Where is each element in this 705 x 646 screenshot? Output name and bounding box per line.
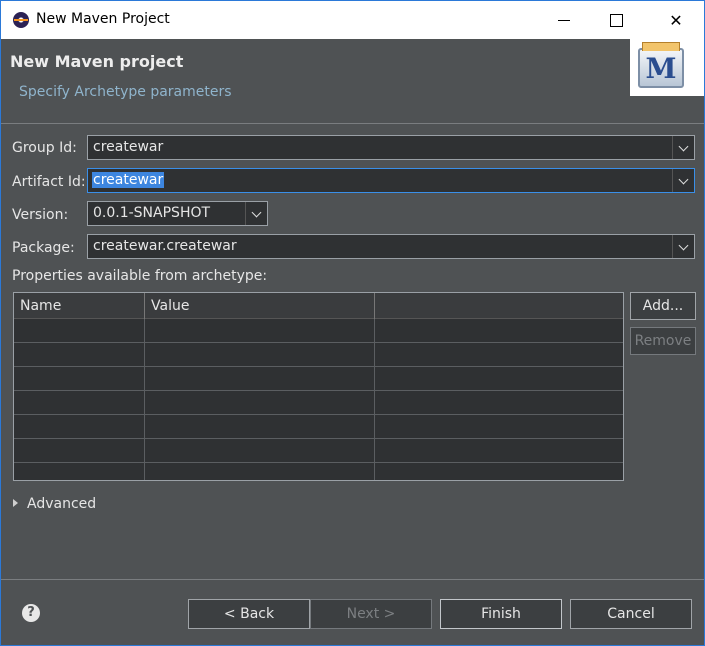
cancel-button[interactable]: Cancel bbox=[570, 599, 692, 629]
maven-logo-icon: M bbox=[638, 42, 684, 88]
chevron-down-icon[interactable] bbox=[672, 136, 694, 159]
expand-triangle-icon[interactable] bbox=[13, 499, 18, 507]
column-header-name[interactable]: Name bbox=[14, 293, 145, 319]
table-cell bbox=[375, 319, 623, 343]
version-value: 0.0.1-SNAPSHOT bbox=[93, 205, 211, 221]
chevron-down-icon[interactable] bbox=[672, 169, 694, 192]
table-cell bbox=[14, 463, 145, 480]
column-header-extra[interactable] bbox=[375, 293, 623, 319]
table-cell bbox=[14, 367, 145, 391]
maven-wizard-dialog: New Maven Project New Maven project Spec… bbox=[0, 0, 705, 646]
footer-divider bbox=[1, 579, 704, 580]
table-cell bbox=[375, 415, 623, 439]
table-cell bbox=[375, 367, 623, 391]
table-cell bbox=[14, 391, 145, 415]
table-row[interactable] bbox=[14, 367, 623, 391]
page-title: New Maven project bbox=[10, 52, 184, 71]
back-button[interactable]: < Back bbox=[188, 599, 310, 629]
table-cell bbox=[145, 391, 375, 415]
table-cell bbox=[145, 439, 375, 463]
help-icon[interactable]: ? bbox=[22, 604, 40, 622]
eclipse-app-icon bbox=[13, 12, 29, 28]
title-bar[interactable]: New Maven Project bbox=[1, 1, 704, 39]
header-divider bbox=[1, 123, 704, 124]
page-subtitle: Specify Archetype parameters bbox=[19, 84, 232, 100]
remove-property-button[interactable]: Remove bbox=[630, 327, 696, 355]
artifact-id-combo[interactable]: createwar bbox=[87, 168, 695, 193]
artifact-id-label: Artifact Id: bbox=[12, 174, 86, 190]
table-cell bbox=[145, 463, 375, 480]
version-label: Version: bbox=[12, 207, 69, 223]
group-id-value: createwar bbox=[93, 139, 164, 155]
add-property-button[interactable]: Add... bbox=[630, 292, 696, 320]
table-cell bbox=[145, 343, 375, 367]
table-cell bbox=[14, 343, 145, 367]
table-row[interactable] bbox=[14, 439, 623, 463]
package-value: createwar.createwar bbox=[93, 238, 237, 254]
advanced-label[interactable]: Advanced bbox=[27, 496, 96, 512]
chevron-down-icon[interactable] bbox=[672, 235, 694, 258]
table-cell bbox=[14, 415, 145, 439]
next-button[interactable]: Next > bbox=[310, 599, 432, 629]
table-cell bbox=[375, 463, 623, 480]
table-row[interactable] bbox=[14, 463, 623, 480]
artifact-id-value: createwar bbox=[92, 172, 165, 188]
properties-label: Properties available from archetype: bbox=[12, 268, 268, 284]
maximize-icon[interactable] bbox=[593, 1, 639, 39]
package-label: Package: bbox=[12, 240, 75, 256]
advanced-toggle[interactable]: Advanced bbox=[13, 496, 96, 512]
package-combo[interactable]: createwar.createwar bbox=[87, 234, 695, 259]
table-row[interactable] bbox=[14, 391, 623, 415]
window-title: New Maven Project bbox=[36, 11, 170, 27]
properties-table[interactable]: Name Value bbox=[13, 292, 624, 481]
group-id-combo[interactable]: createwar bbox=[87, 135, 695, 160]
table-cell bbox=[14, 439, 145, 463]
table-row[interactable] bbox=[14, 415, 623, 439]
wizard-header: New Maven project Specify Archetype para… bbox=[1, 39, 704, 123]
table-row[interactable] bbox=[14, 343, 623, 367]
table-cell bbox=[375, 439, 623, 463]
group-id-label: Group Id: bbox=[12, 140, 77, 156]
maven-logo: M bbox=[630, 39, 704, 96]
column-header-value[interactable]: Value bbox=[145, 293, 375, 319]
table-cell bbox=[145, 367, 375, 391]
table-cell bbox=[145, 415, 375, 439]
chevron-down-icon[interactable] bbox=[245, 202, 267, 225]
minimize-icon[interactable] bbox=[541, 1, 587, 39]
version-combo[interactable]: 0.0.1-SNAPSHOT bbox=[87, 201, 268, 226]
table-cell bbox=[145, 319, 375, 343]
table-cell bbox=[375, 343, 623, 367]
finish-button[interactable]: Finish bbox=[440, 599, 562, 629]
close-icon[interactable] bbox=[653, 1, 699, 39]
table-header: Name Value bbox=[14, 293, 623, 319]
table-row[interactable] bbox=[14, 319, 623, 343]
table-cell bbox=[375, 391, 623, 415]
table-cell bbox=[14, 319, 145, 343]
